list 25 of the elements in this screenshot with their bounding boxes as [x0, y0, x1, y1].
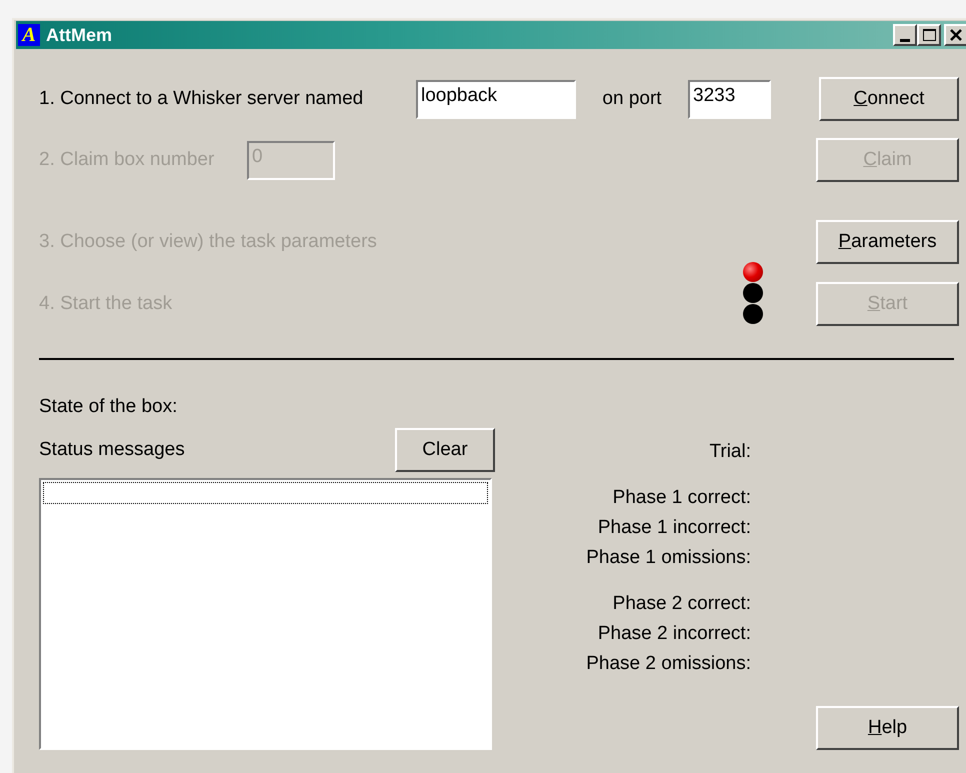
status-label: Status messages	[39, 438, 185, 462]
close-icon	[950, 29, 962, 41]
stat-label: Trial:	[709, 440, 751, 464]
minimize-button[interactable]	[893, 24, 917, 46]
clear-button[interactable]: Clear	[395, 428, 495, 472]
stat-label: Phase 2 incorrect:	[598, 622, 751, 646]
stat-label: Phase 1 correct:	[612, 486, 751, 510]
stat-label: Phase 2 correct:	[612, 592, 751, 616]
port-field[interactable]: 3233	[688, 80, 771, 118]
maximize-button[interactable]	[917, 24, 941, 46]
port-label: on port	[601, 86, 663, 111]
maximize-icon	[922, 29, 936, 41]
parameters-button[interactable]: Parameters	[816, 220, 959, 264]
stat-label: Phase 1 omissions:	[586, 546, 751, 570]
stat-label: Phase 2 omissions:	[586, 652, 751, 676]
close-button[interactable]	[944, 24, 966, 46]
window-title: AttMem	[46, 24, 112, 46]
step-label: 1. Connect to a Whisker server named	[39, 86, 364, 111]
app-icon: A	[18, 24, 40, 46]
server-field[interactable]: loopback	[416, 80, 576, 118]
stat-label: Phase 1 incorrect:	[598, 516, 751, 540]
minimize-icon	[900, 38, 910, 42]
connect-button[interactable]: Connect	[819, 77, 959, 121]
state-label: State of the box:	[39, 395, 178, 417]
help-button[interactable]: Help	[816, 706, 959, 750]
